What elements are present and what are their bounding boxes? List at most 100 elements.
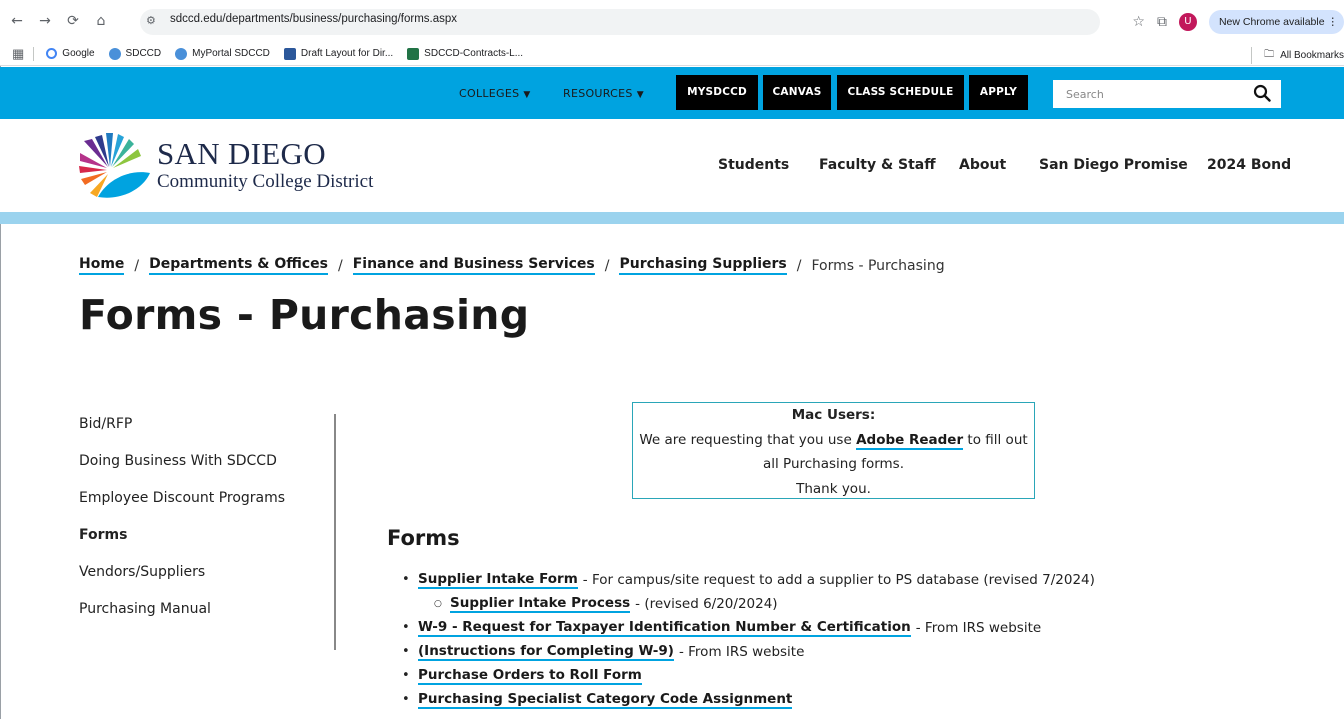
excel-icon (407, 47, 420, 60)
bookmark-label: MyPortal SDCCD (192, 48, 270, 59)
notice-line-4: Thank you. (796, 480, 871, 497)
sidebar-item-forms[interactable]: Forms (79, 517, 329, 554)
notice-line: We are requesting that you use Adobe Rea… (633, 428, 1034, 453)
folder-icon: 🗀 (1264, 49, 1275, 60)
url-text[interactable]: sdccd.edu/departments/business/purchasin… (170, 13, 457, 25)
bullet-icon: • (402, 668, 410, 683)
bookmark-sdccd[interactable]: SDCCD (108, 47, 162, 60)
nav-san-diego-promise[interactable]: San Diego Promise (1039, 157, 1188, 173)
forward-icon[interactable]: → (34, 13, 56, 29)
category-code-assignment-link[interactable]: Purchasing Specialist Category Code Assi… (418, 691, 793, 709)
caret-down-icon: ▼ (636, 90, 644, 100)
list-item: • Purchase Orders to Roll Form (402, 664, 1095, 688)
back-icon[interactable]: ← (6, 13, 28, 29)
colleges-label: COLLEGES (459, 87, 520, 100)
mysdccd-button[interactable]: MYSDCCD (676, 75, 758, 110)
list-item: • Supplier Intake Form - For campus/site r… (402, 568, 1095, 592)
form-description: - (revised 6/20/2024) (635, 596, 778, 612)
sidebar-item-vendors[interactable]: Vendors/Suppliers (79, 554, 329, 591)
nav-faculty-staff[interactable]: Faculty & Staff (819, 157, 936, 173)
list-item: • (Instructions for Completing W-9) - From… (402, 640, 1095, 664)
logo-title[interactable]: SAN DIEGO (157, 136, 326, 172)
bookmark-contracts[interactable]: SDCCD-Contracts-L... (407, 47, 524, 60)
all-bookmarks-label: All Bookmarks (1280, 50, 1344, 61)
search-icon[interactable] (1253, 84, 1271, 102)
profile-avatar[interactable]: U (1178, 13, 1197, 31)
bullet-icon: • (402, 572, 410, 587)
all-bookmarks-button[interactable]: 🗀 All Bookmarks (1251, 47, 1344, 64)
chrome-update-label: New Chrome available (1218, 16, 1325, 28)
apps-grid-icon[interactable]: ▦ (12, 46, 24, 62)
address-bar[interactable]: ⚙ sdccd.edu/departments/business/purchas… (140, 9, 1100, 35)
home-icon[interactable]: ⌂ (90, 13, 112, 29)
adobe-reader-link[interactable]: Adobe Reader (856, 431, 964, 450)
list-item: • Purchasing Specialist Category Code Ass… (402, 688, 1095, 712)
bookmark-myportal[interactable]: MyPortal SDCCD (175, 47, 270, 60)
w9-instructions-link[interactable]: (Instructions for Completing W-9) (418, 643, 674, 661)
nav-about[interactable]: About (959, 157, 1006, 173)
breadcrumb-current: Forms - Purchasing (811, 257, 945, 274)
supplier-intake-process-link[interactable]: Supplier Intake Process (450, 595, 631, 613)
class-schedule-button[interactable]: CLASS SCHEDULE (837, 75, 964, 110)
purchase-orders-roll-form-link[interactable]: Purchase Orders to Roll Form (418, 667, 642, 685)
breadcrumb-finance[interactable]: Finance and Business Services (352, 256, 595, 275)
breadcrumb-separator: / (604, 257, 610, 274)
bullet-icon: • (402, 620, 410, 635)
breadcrumb-separator: / (796, 257, 802, 274)
canvas-button[interactable]: CANVAS (763, 75, 831, 110)
circle-bullet-icon: ○ (434, 599, 442, 609)
form-description: - For campus/site request to add a suppl… (582, 572, 1095, 588)
sidebar-item-purchasing-manual[interactable]: Purchasing Manual (79, 591, 329, 628)
nav-2024-bond[interactable]: 2024 Bond (1207, 157, 1291, 173)
site-header: SAN DIEGO Community College District Stu… (0, 119, 1344, 212)
bookmark-label: Google (62, 48, 95, 59)
reload-icon[interactable]: ⟳ (62, 13, 84, 29)
bullet-icon: • (402, 644, 410, 659)
sdccd-favicon-icon (175, 47, 188, 60)
bookmark-label: SDCCD-Contracts-L... (424, 48, 524, 59)
resources-label: RESOURCES (563, 87, 633, 100)
extensions-icon[interactable]: ⧉ (1157, 14, 1167, 30)
breadcrumb-separator: / (338, 257, 343, 274)
logo-subtitle[interactable]: Community College District (157, 171, 373, 193)
sdccd-favicon-icon (108, 47, 121, 60)
caret-down-icon: ▼ (523, 90, 531, 100)
google-icon (46, 48, 58, 59)
site-info-icon[interactable]: ⚙ (146, 14, 156, 27)
bookmark-draft-layout[interactable]: Draft Layout for Dir... (283, 47, 394, 60)
notice-text-before: We are requesting that you use (639, 431, 857, 448)
supplier-intake-form-link[interactable]: Supplier Intake Form (418, 571, 578, 589)
bookmarks-bar: ▦ Google SDCCD MyPortal SDCCD Draft Layo… (0, 42, 1344, 66)
header-accent-bar (0, 212, 1344, 224)
sdccd-logo-icon[interactable] (78, 131, 150, 201)
mac-users-notice: Mac Users: We are requesting that you us… (632, 402, 1035, 499)
bookmark-label: SDCCD (125, 48, 162, 59)
sidebar-item-doing-business[interactable]: Doing Business With SDCCD (79, 443, 329, 480)
sidebar-item-employee-discount[interactable]: Employee Discount Programs (79, 480, 329, 517)
browser-actions: ☆ ⧉ U New Chrome available ⋮ (1132, 9, 1344, 35)
breadcrumb: Home / Departments & Offices / Finance a… (79, 256, 945, 275)
chrome-update-button[interactable]: New Chrome available ⋮ (1208, 10, 1344, 34)
bookmarks-divider (33, 46, 35, 61)
breadcrumb-purchasing[interactable]: Purchasing Suppliers (619, 256, 787, 275)
word-icon (283, 47, 296, 60)
site-search (1053, 80, 1281, 108)
notice-title: Mac Users: (791, 407, 876, 423)
breadcrumb-home[interactable]: Home (79, 256, 125, 275)
list-item: ○ Supplier Intake Process - (revised 6/20/… (402, 592, 1095, 616)
resources-menu[interactable]: RESOURCES ▼ (563, 87, 644, 100)
nav-students[interactable]: Students (718, 157, 789, 173)
bookmark-google[interactable]: Google (46, 48, 95, 59)
search-input[interactable] (1053, 80, 1243, 108)
list-item: • W-9 - Request for Taxpayer Identificati… (402, 616, 1095, 640)
forms-list: • Supplier Intake Form - For campus/site r… (402, 568, 1095, 712)
colleges-menu[interactable]: COLLEGES ▼ (459, 87, 531, 100)
bookmark-label: Draft Layout for Dir... (300, 48, 394, 59)
breadcrumb-departments[interactable]: Departments & Offices (149, 256, 328, 275)
w9-form-link[interactable]: W-9 - Request for Taxpayer Identificatio… (418, 619, 911, 637)
sidebar-item-bid-rfp[interactable]: Bid/RFP (79, 406, 329, 443)
bookmark-star-icon[interactable]: ☆ (1132, 14, 1145, 30)
apply-button[interactable]: APPLY (969, 75, 1028, 110)
sidebar-divider (334, 414, 336, 650)
breadcrumb-separator: / (134, 257, 140, 274)
